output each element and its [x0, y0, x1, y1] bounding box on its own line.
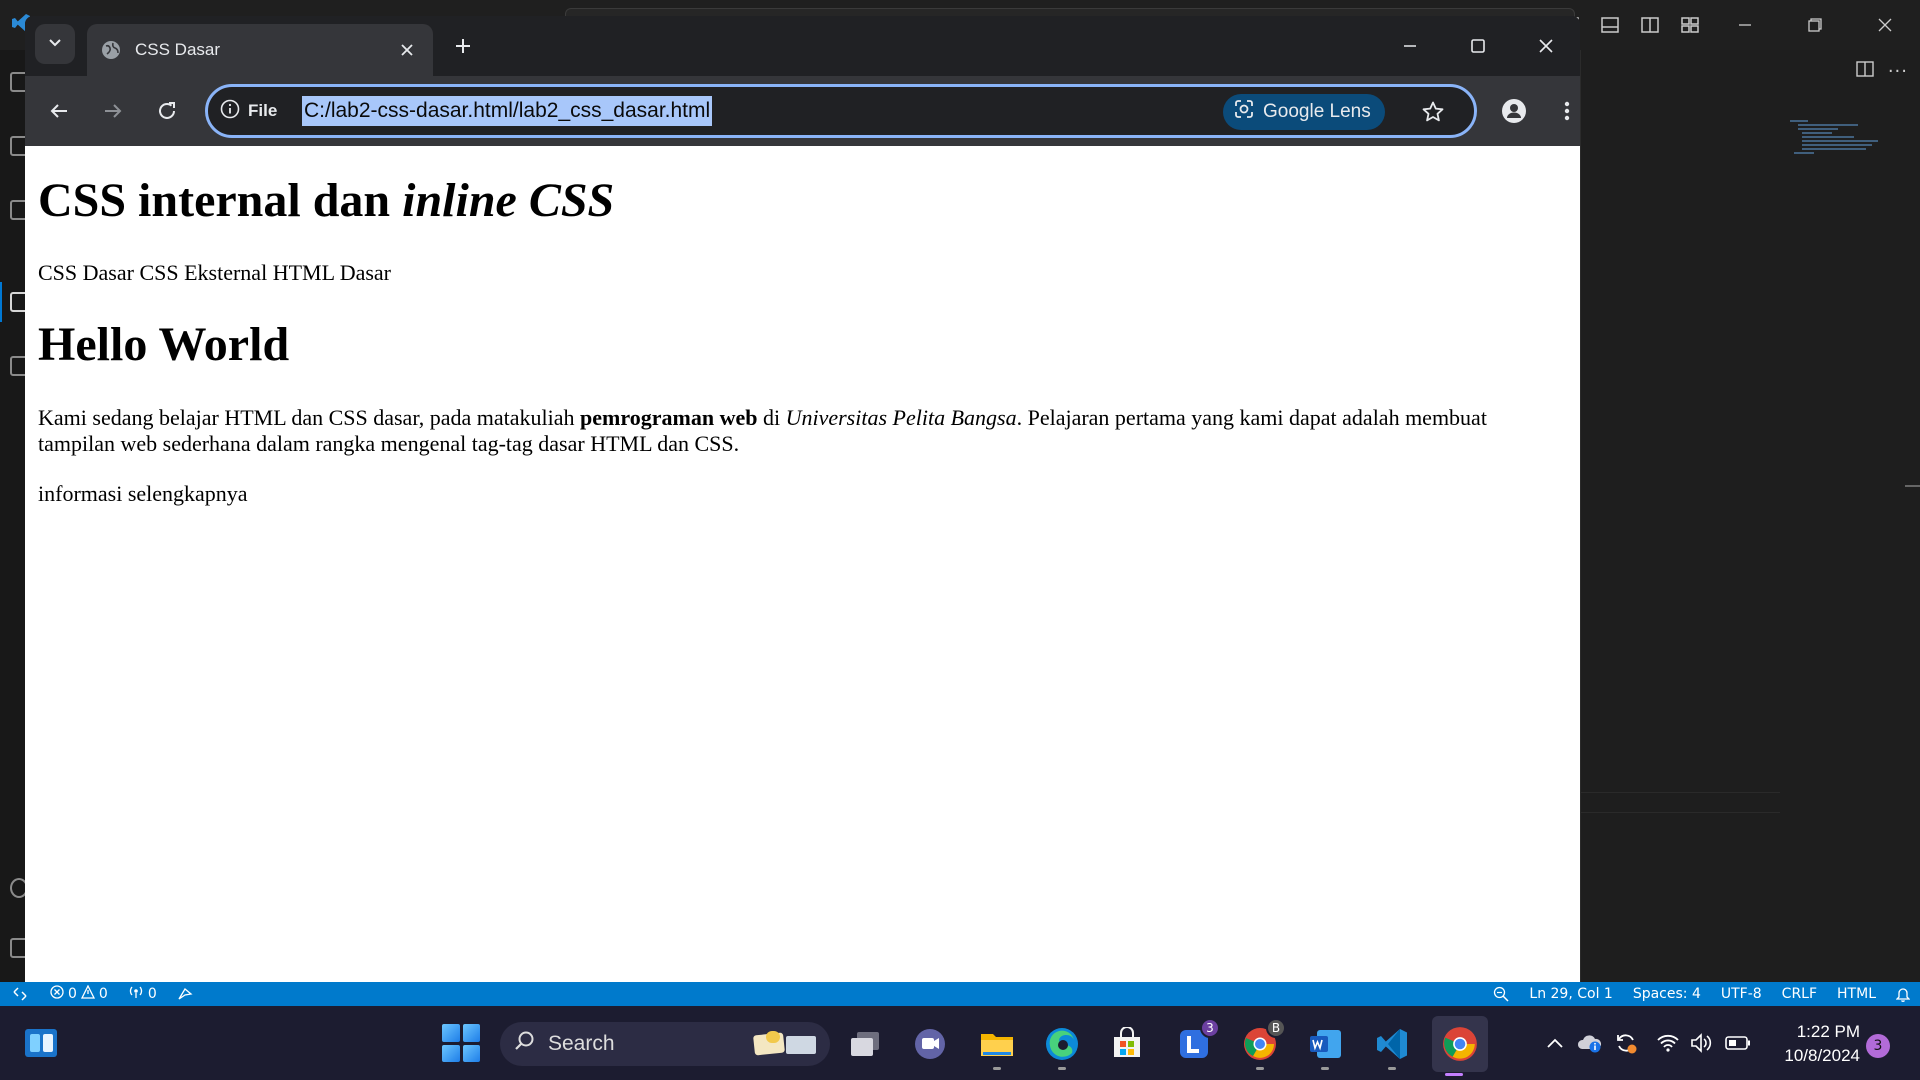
warning-count: 0 [98, 986, 108, 1002]
vscode-minimize-icon[interactable] [1710, 10, 1780, 40]
clock-time: 1:22 PM [1796, 1022, 1860, 1041]
tab-strip: CSS Dasar [25, 16, 1580, 76]
zoom-icon[interactable] [1483, 982, 1519, 1006]
notification-center-badge[interactable]: 3 [1866, 1034, 1890, 1058]
page-heading: CSS internal dan inline CSS [38, 174, 615, 227]
edge-browser-icon[interactable] [1040, 1022, 1084, 1070]
chrome-profile-b-icon[interactable]: B [1238, 1018, 1286, 1070]
google-lens-button[interactable]: Google Lens [1223, 94, 1385, 130]
live-share-icon[interactable] [167, 982, 203, 1006]
wifi-icon[interactable] [1655, 1030, 1681, 1056]
cursor-position[interactable]: Ln 29, Col 1 [1519, 982, 1622, 1006]
chrome-profile-badge: B [1266, 1018, 1286, 1038]
maximize-icon[interactable] [1444, 16, 1512, 76]
profile-avatar-icon[interactable] [1494, 91, 1534, 131]
address-bar[interactable]: File C:/lab2-css-dasar.html/lab2_css_das… [205, 84, 1477, 138]
lens-icon [1233, 98, 1255, 126]
error-count: 0 [68, 986, 77, 1002]
chrome-window: CSS Dasar File C:/lab2-css-dasar.html/la… [25, 16, 1580, 982]
vscode-close-icon[interactable] [1850, 10, 1920, 40]
nav-links: CSS Dasar CSS Eksternal HTML Dasar [38, 260, 1567, 285]
forward-arrow-icon[interactable] [93, 91, 133, 131]
line-ending[interactable]: CRLF [1772, 982, 1827, 1006]
toggle-panel-icon[interactable] [1590, 10, 1630, 40]
tab-search-button[interactable] [35, 24, 75, 64]
vscode-restore-icon[interactable] [1780, 10, 1850, 40]
chrome-taskbar-icon[interactable] [1432, 1016, 1488, 1076]
page-viewport: CSS internal dan inline CSS CSS Dasar CS… [25, 146, 1580, 982]
show-hidden-icons-chevron-icon[interactable] [1542, 1030, 1568, 1056]
more-actions-icon[interactable]: ··· [1888, 61, 1908, 82]
split-editor-icon[interactable] [1856, 60, 1874, 82]
battery-icon[interactable] [1725, 1030, 1751, 1056]
more-info-text[interactable]: informasi selengkapnya [38, 481, 1567, 507]
remote-indicator-icon[interactable] [0, 982, 40, 1006]
scheme-label: File [248, 101, 278, 120]
vscode-editor-area [1580, 50, 1920, 982]
new-tab-button[interactable] [445, 30, 481, 66]
editor-scrollbar[interactable] [1905, 485, 1920, 487]
info-icon [220, 99, 240, 124]
plus-icon [454, 37, 472, 59]
back-arrow-icon[interactable] [39, 91, 79, 131]
kebab-menu-icon[interactable] [1547, 91, 1580, 131]
error-icon [50, 985, 64, 1003]
indentation[interactable]: Spaces: 4 [1623, 982, 1711, 1006]
system-clock[interactable]: 1:22 PM 10/8/2024 [1772, 1020, 1860, 1068]
task-view-icon[interactable] [843, 1022, 887, 1066]
teams-l-app-icon[interactable]: 3 [1172, 1018, 1220, 1066]
widgets-icon[interactable] [22, 1024, 60, 1062]
customize-layout-icon[interactable] [1670, 10, 1710, 40]
onedrive-info-icon[interactable] [1577, 1030, 1603, 1056]
language-mode[interactable]: HTML [1827, 982, 1886, 1006]
taskbar-search[interactable]: Search [500, 1022, 830, 1066]
ports-count: 0 [147, 986, 157, 1002]
volume-icon[interactable] [1688, 1030, 1714, 1056]
vscode-status-bar: 0 0 0 Ln 29, Col 1 Spaces: 4 UTF-8 CRLF … [0, 982, 1920, 1006]
problems-indicator[interactable]: 0 0 [40, 982, 118, 1006]
teams-chat-icon[interactable] [908, 1022, 952, 1066]
heading-italic: inline CSS [402, 174, 615, 227]
minimize-icon[interactable] [1376, 16, 1444, 76]
notifications-bell-icon[interactable] [1886, 982, 1920, 1006]
search-highlight-icon [750, 1030, 820, 1058]
tab-close-icon[interactable] [395, 38, 419, 62]
teams-l-badge: 3 [1200, 1018, 1220, 1038]
tab-title: CSS Dasar [135, 40, 221, 59]
nav-link-css-eksternal[interactable]: CSS Eksternal [139, 260, 267, 285]
lens-label: Google Lens [1263, 101, 1371, 122]
vscode-activity-bar [0, 50, 28, 982]
encoding[interactable]: UTF-8 [1711, 982, 1772, 1006]
close-window-icon[interactable] [1512, 16, 1580, 76]
intro-paragraph: Kami sedang belajar HTML dan CSS dasar, … [38, 404, 1487, 456]
toggle-secondary-sidebar-icon[interactable] [1630, 10, 1670, 40]
browser-toolbar: File C:/lab2-css-dasar.html/lab2_css_das… [25, 76, 1580, 146]
hello-heading: Hello World [38, 318, 290, 372]
editor-minimap[interactable] [1790, 118, 1882, 188]
sync-alert-icon[interactable] [1613, 1030, 1639, 1056]
url-text[interactable]: C:/lab2-css-dasar.html/lab2_css_dasar.ht… [302, 96, 713, 126]
tab-css-dasar[interactable]: CSS Dasar [87, 24, 433, 76]
chevron-down-icon [47, 34, 63, 54]
warning-icon [80, 984, 95, 1003]
search-label: Search [548, 1032, 615, 1055]
globe-icon [101, 40, 121, 60]
microsoft-store-icon[interactable] [1105, 1022, 1149, 1066]
reload-icon[interactable] [147, 91, 187, 131]
word-icon[interactable] [1303, 1022, 1347, 1070]
search-icon [514, 1030, 536, 1058]
nav-link-html-dasar[interactable]: HTML Dasar [273, 260, 391, 285]
university-name: Universitas Pelita Bangsa [785, 404, 1017, 430]
bookmark-star-icon[interactable] [1415, 94, 1451, 130]
broadcast-icon [128, 985, 144, 1003]
site-info-chip[interactable]: File [220, 98, 277, 124]
ports-indicator[interactable]: 0 [118, 982, 167, 1006]
file-explorer-icon[interactable] [975, 1022, 1019, 1070]
vscode-taskbar-icon[interactable] [1370, 1022, 1414, 1070]
nav-link-css-dasar[interactable]: CSS Dasar [38, 260, 134, 285]
course-name: pemrograman web [580, 404, 758, 430]
start-windows-icon[interactable] [442, 1024, 480, 1062]
clock-date: 10/8/2024 [1784, 1046, 1860, 1065]
windows-taskbar: Search 3 B 1:22 PM 10/8/2024 3 [0, 1006, 1920, 1080]
